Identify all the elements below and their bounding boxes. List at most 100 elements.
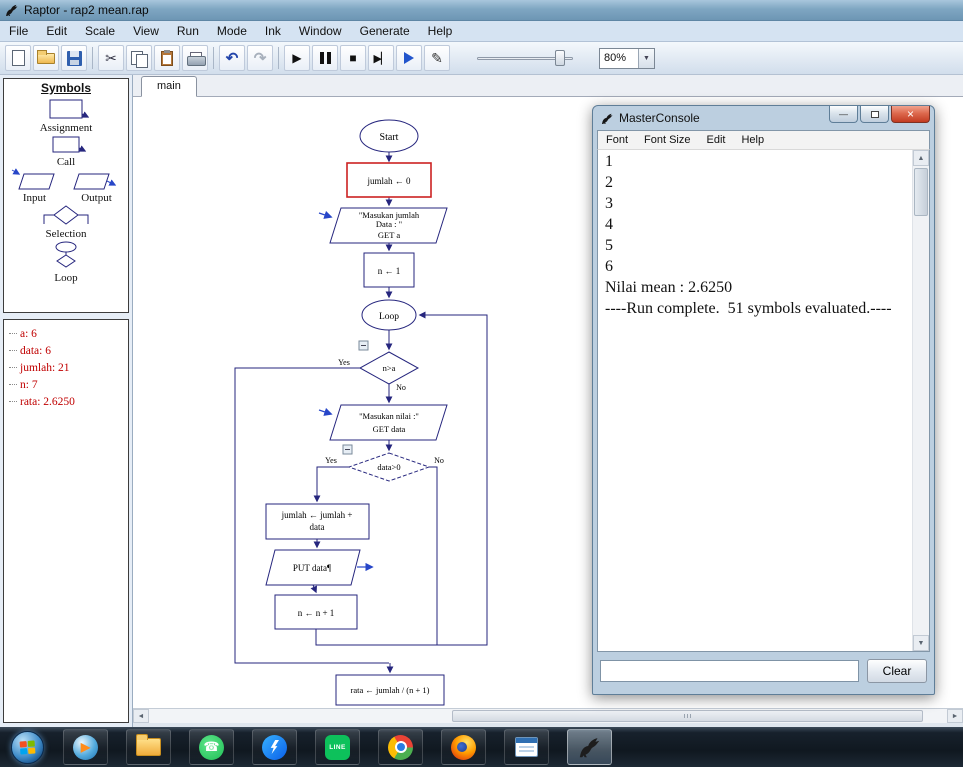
step-to-end-button[interactable]: ▶▏ <box>368 45 394 71</box>
flow-node-condition-loop[interactable]: n>a <box>358 351 420 385</box>
console-input-field[interactable] <box>600 660 859 682</box>
console-menu-edit[interactable]: Edit <box>698 131 733 149</box>
console-scroll-up-button[interactable]: ▲ <box>913 150 929 166</box>
symbol-assignment[interactable]: Assignment <box>4 96 128 134</box>
redo-icon: ↷ <box>253 50 267 67</box>
flow-node-loop[interactable]: Loop <box>361 299 417 331</box>
pen-icon: ✎ <box>431 49 443 66</box>
speed-slider[interactable] <box>477 48 573 68</box>
taskbar-chrome[interactable] <box>378 729 423 765</box>
save-floppy-icon <box>66 50 82 66</box>
new-document-icon <box>11 50 25 66</box>
menu-ink[interactable]: Ink <box>256 21 290 41</box>
collapse-box-loop[interactable] <box>358 340 369 351</box>
collapse-box-data[interactable] <box>342 444 353 455</box>
console-menubar: Font Font Size Edit Help <box>597 130 930 150</box>
menu-run[interactable]: Run <box>168 21 208 41</box>
console-menu-font-size[interactable]: Font Size <box>636 131 698 149</box>
menu-window[interactable]: Window <box>290 21 351 41</box>
flow-node-assign-inc[interactable]: n ← n + 1 <box>274 594 358 630</box>
tab-main[interactable]: main <box>141 76 197 97</box>
console-line: 2 <box>605 174 613 191</box>
console-output-area[interactable]: 1 2 3 4 5 6 Nilai mean : 2.6250 ----Run … <box>597 150 930 652</box>
symbol-selection[interactable]: Selection <box>4 204 128 240</box>
label-yes-loop: Yes <box>338 358 350 367</box>
zoom-select[interactable]: 80% ▼ <box>599 47 655 69</box>
windows-orb-icon <box>10 730 44 764</box>
flow-node-assign-rata[interactable]: rata ← jumlah / (n + 1) <box>335 674 445 706</box>
taskbar-firefox[interactable] <box>441 729 486 765</box>
taskbar-media-player[interactable]: ▶ <box>63 729 108 765</box>
flow-node-input-jumlah[interactable]: "Masukan jumlah Data : " GET a <box>329 207 448 244</box>
console-menu-help[interactable]: Help <box>733 131 772 149</box>
flow-node-put-data[interactable]: PUT data¶ <box>265 549 361 586</box>
symbol-loop[interactable]: Loop <box>4 240 128 284</box>
taskbar-raptor[interactable] <box>567 729 612 765</box>
menu-file[interactable]: File <box>0 21 37 41</box>
taskbar-messenger[interactable] <box>252 729 297 765</box>
slider-thumb[interactable] <box>555 50 565 66</box>
redo-button[interactable]: ↷ <box>247 45 273 71</box>
save-button[interactable] <box>61 45 87 71</box>
console-scrollbar-thumb[interactable] <box>914 168 928 216</box>
start-button[interactable] <box>0 727 54 767</box>
undo-icon: ↶ <box>225 50 239 67</box>
print-button[interactable] <box>182 45 208 71</box>
undo-button[interactable]: ↶ <box>219 45 245 71</box>
step-button[interactable] <box>396 45 422 71</box>
console-clear-button[interactable]: Clear <box>867 659 927 683</box>
paste-button[interactable] <box>154 45 180 71</box>
stop-icon: ■ <box>349 51 357 65</box>
media-player-icon: ▶ <box>73 734 98 760</box>
console-maximize-button[interactable] <box>860 106 889 123</box>
scrollbar-thumb[interactable] <box>452 710 924 722</box>
menu-view[interactable]: View <box>124 21 168 41</box>
copy-button[interactable] <box>126 45 152 71</box>
play-button[interactable]: ▶ <box>284 45 310 71</box>
scrollbar-track[interactable] <box>149 709 947 723</box>
scroll-left-button[interactable]: ◄ <box>133 709 149 723</box>
symbol-output[interactable]: Output <box>71 168 123 204</box>
zoom-dropdown-button[interactable]: ▼ <box>638 48 654 68</box>
menu-help[interactable]: Help <box>419 21 462 41</box>
lightning-icon <box>270 740 279 754</box>
flow-node-start[interactable]: Start <box>359 119 419 153</box>
raptor-application-window: Raptor - rap2 mean.rap File Edit Scale V… <box>0 0 963 767</box>
scroll-right-button[interactable]: ► <box>947 709 963 723</box>
taskbar-whatsapp[interactable]: ☎ <box>189 729 234 765</box>
console-titlebar[interactable]: MasterConsole — × <box>597 106 930 130</box>
step-to-end-icon: ▶▏ <box>373 52 390 65</box>
scroll-up-icon: ▲ <box>917 155 925 162</box>
svg-text:data>0: data>0 <box>377 462 400 472</box>
symbol-call[interactable]: Call <box>4 134 128 168</box>
tree-connector <box>9 384 17 385</box>
menu-scale[interactable]: Scale <box>76 21 124 41</box>
taskbar-line[interactable]: LINE <box>315 729 360 765</box>
flow-node-assign-n[interactable]: n ← 1 <box>363 252 415 288</box>
taskbar-file-explorer[interactable] <box>126 729 171 765</box>
taskbar-app-window[interactable] <box>504 729 549 765</box>
pause-button[interactable] <box>312 45 338 71</box>
flow-node-assign-sum[interactable]: jumlah ← jumlah + data <box>265 503 370 540</box>
new-button[interactable] <box>5 45 31 71</box>
menu-mode[interactable]: Mode <box>208 21 256 41</box>
console-vertical-scrollbar[interactable]: ▲ ▼ <box>912 150 929 651</box>
console-line: ----Run complete. 51 symbols evaluated.-… <box>605 300 892 317</box>
console-close-button[interactable]: × <box>891 106 930 123</box>
open-button[interactable] <box>33 45 59 71</box>
console-minimize-button[interactable]: — <box>829 106 858 123</box>
console-menu-font[interactable]: Font <box>598 131 636 149</box>
flow-node-assign-jumlah[interactable]: jumlah ← 0 <box>346 162 432 198</box>
watch-variable-rata: rata: 2.6250 <box>6 393 126 410</box>
flow-node-condition-data[interactable]: data>0 <box>347 452 431 482</box>
menu-edit[interactable]: Edit <box>37 21 76 41</box>
console-scroll-down-button[interactable]: ▼ <box>913 635 929 651</box>
console-line: Nilai mean : 2.6250 <box>605 279 733 296</box>
horizontal-scrollbar[interactable]: ◄ ► <box>133 708 963 723</box>
flow-node-input-nilai[interactable]: "Masukan nilai :" GET data <box>329 404 448 441</box>
symbol-input[interactable]: Input <box>10 168 60 204</box>
stop-button[interactable]: ■ <box>340 45 366 71</box>
ink-pen-button[interactable]: ✎ <box>424 45 450 71</box>
cut-button[interactable]: ✂ <box>98 45 124 71</box>
menu-generate[interactable]: Generate <box>351 21 419 41</box>
